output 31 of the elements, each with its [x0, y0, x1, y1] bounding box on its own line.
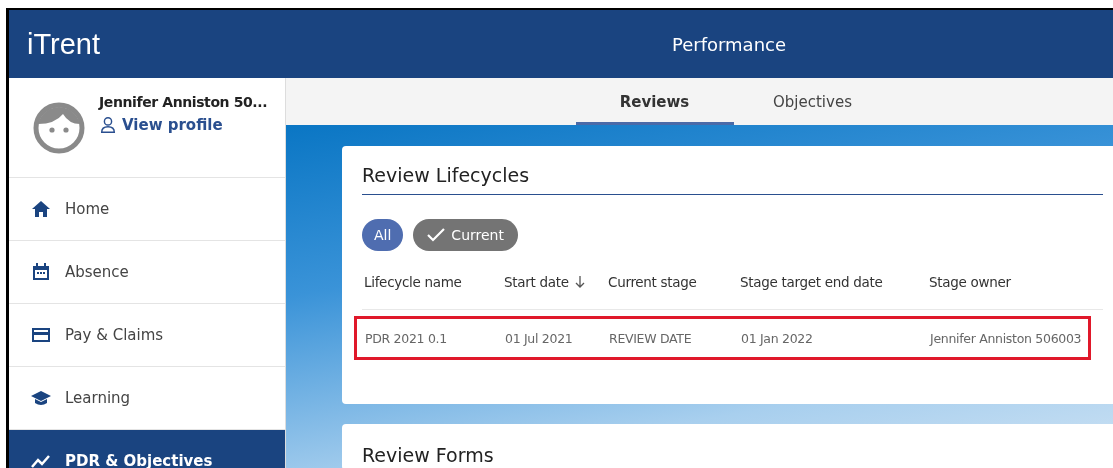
page-title: Performance [671, 33, 787, 55]
section-title: Review Lifecycles [362, 164, 1103, 195]
app-logo: iTrent [26, 27, 102, 61]
filter-chip[interactable]: All [362, 219, 404, 251]
card-icon [31, 325, 51, 345]
table-cell-text: 01 Jul 2021 [505, 330, 574, 346]
column-header[interactable]: Start date [502, 274, 606, 290]
filter-chip[interactable]: Current [413, 219, 518, 251]
highlighted-row[interactable]: PDR 2021 0.1 01 Jul 2021 REVIEW DATE 01 Jan 2022 Jennifer Anniston 506003 [354, 316, 1091, 360]
tab[interactable]: Objectives [733, 78, 892, 125]
sort-down-icon [574, 276, 585, 288]
person-icon [99, 116, 117, 134]
calendar-icon [31, 262, 51, 282]
check-icon [427, 228, 446, 242]
table-cell-text: 01 Jan 2022 [741, 330, 814, 346]
graduation-cap-icon [31, 388, 51, 408]
column-header[interactable]: Current stage [606, 274, 738, 290]
view-profile-link[interactable]: View profile [99, 116, 223, 134]
table-cell-text: PDR 2021 0.1 [365, 330, 448, 346]
user-name: Jennifer Anniston 50... [99, 94, 268, 110]
home-icon [31, 199, 51, 219]
avatar-icon [33, 102, 85, 154]
column-header[interactable]: Stage target end date [738, 274, 927, 290]
section-title: Review Forms [362, 443, 495, 466]
nav-item[interactable]: Home [9, 178, 285, 241]
nav-item[interactable]: Absence [9, 241, 285, 304]
column-header[interactable]: Lifecycle name [362, 274, 502, 290]
nav-item[interactable]: Pay & Claims [9, 304, 285, 367]
table-cell-text: REVIEW DATE [609, 330, 693, 346]
column-header[interactable]: Stage owner [927, 274, 1113, 290]
table-cell-text: Jennifer Anniston 506003 [930, 330, 1083, 346]
